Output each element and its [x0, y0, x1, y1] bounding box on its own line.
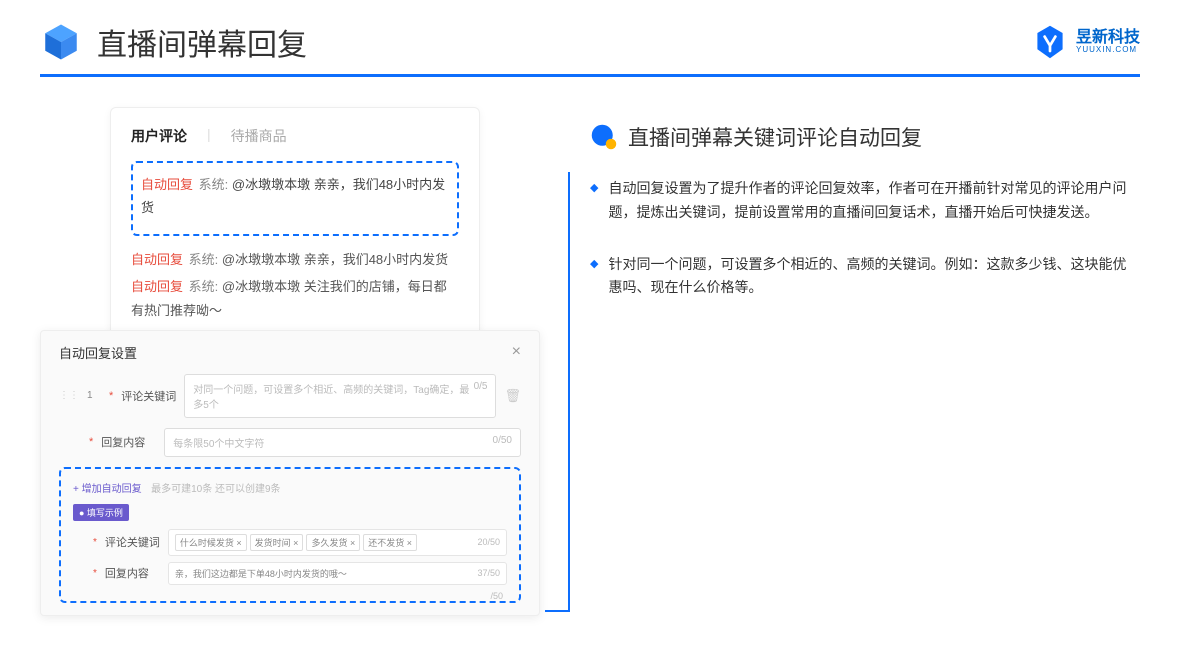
required-star: *	[109, 390, 113, 402]
tag-chip[interactable]: 什么时候发货 ×	[175, 534, 247, 551]
tag-chip[interactable]: 多久发货 ×	[306, 534, 360, 551]
settings-title: 自动回复设置	[59, 343, 137, 362]
content-counter: 0/50	[493, 435, 512, 450]
section-title: 直播间弹幕关键词评论自动回复	[628, 122, 922, 152]
brand-url: YUUXIN.COM	[1076, 46, 1140, 54]
close-icon[interactable]: ×	[512, 343, 521, 361]
diamond-icon: ◆	[590, 181, 598, 225]
bullet-2-text: 针对同一个问题，可设置多个相近的、高频的关键词。例如：这款多少钱、这块能优惠吗、…	[608, 253, 1140, 301]
chat-bubble-icon	[590, 123, 618, 151]
comment-text-2: @冰墩墩本墩 亲亲，我们48小时内发货	[222, 252, 448, 267]
row-number: 1	[87, 390, 101, 401]
explanation-column: 直播间弹幕关键词评论自动回复 ◆ 自动回复设置为了提升作者的评论回复效率，作者可…	[590, 107, 1140, 616]
header-left: 直播间弹幕回复	[40, 20, 307, 64]
keyword-input[interactable]: 对同一个问题，可设置多个相近、高频的关键词，Tag确定，最多5个 0/5	[184, 374, 496, 418]
example-content-row: * 回复内容 亲，我们这边都是下单48小时内发货的哦～ 37/50	[73, 562, 507, 585]
connector-line	[545, 172, 570, 612]
page-title: 直播间弹幕回复	[97, 20, 307, 64]
keyword-row: ⋮⋮ 1 * 评论关键词 对同一个问题，可设置多个相近、高频的关键词，Tag确定…	[59, 374, 521, 418]
bullet-1: ◆ 自动回复设置为了提升作者的评论回复效率，作者可在开播前针对常见的评论用户问题…	[590, 177, 1140, 225]
bullet-2: ◆ 针对同一个问题，可设置多个相近的、高频的关键词。例如：这款多少钱、这块能优惠…	[590, 253, 1140, 301]
screenshot-area: 用户评论 | 待播商品 自动回复 系统: @冰墩墩本墩 亲亲，我们48小时内发货…	[40, 107, 550, 616]
diamond-icon: ◆	[590, 257, 598, 301]
example-badge: ● 填写示例	[73, 504, 129, 521]
stray-counter: /50	[490, 591, 503, 601]
add-auto-reply-link[interactable]: + 增加自动回复	[73, 480, 142, 495]
keyword-label: 评论关键词	[121, 388, 176, 404]
example-content-label: 回复内容	[105, 565, 160, 581]
comment-line-3: 自动回复 系统: @冰墩墩本墩 关注我们的店铺，每日都有热门推荐呦～	[131, 275, 459, 322]
tab-products[interactable]: 待播商品	[231, 126, 287, 146]
example-keyword-row: * 评论关键词 什么时候发货 × 发货时间 × 多久发货 × 还不发货 × 20…	[73, 529, 507, 556]
comment-line-1: 自动回复 系统: @冰墩墩本墩 亲亲，我们48小时内发货	[141, 173, 449, 220]
keyword-counter: 0/5	[474, 381, 488, 411]
brand-icon	[1032, 24, 1068, 60]
add-hint: 最多可建10条 还可以创建9条	[151, 484, 280, 495]
tag-chip[interactable]: 还不发货 ×	[363, 534, 417, 551]
settings-panel: 自动回复设置 × ⋮⋮ 1 * 评论关键词 对同一个问题，可设置多个相近、高频的…	[40, 330, 540, 616]
example-content-input[interactable]: 亲，我们这边都是下单48小时内发货的哦～ 37/50	[168, 562, 507, 585]
delete-icon[interactable]: 🗑	[504, 388, 521, 404]
content-input[interactable]: 每条限50个中文字符 0/50	[164, 428, 521, 457]
brand-name: 昱新科技	[1076, 30, 1140, 46]
example-keyword-input[interactable]: 什么时候发货 × 发货时间 × 多久发货 × 还不发货 × 20/50	[168, 529, 507, 556]
drag-handle-icon[interactable]: ⋮⋮	[59, 390, 79, 401]
auto-reply-tag: 自动回复	[141, 177, 193, 192]
bullet-1-text: 自动回复设置为了提升作者的评论回复效率，作者可在开播前针对常见的评论用户问题，提…	[608, 177, 1140, 225]
tag-chip[interactable]: 发货时间 ×	[250, 534, 304, 551]
tab-separator: |	[207, 126, 211, 146]
brand-logo: 昱新科技 YUUXIN.COM	[1032, 24, 1140, 60]
settings-title-row: 自动回复设置 ×	[59, 343, 521, 362]
example-keyword-label: 评论关键词	[105, 534, 160, 550]
system-label: 系统:	[199, 177, 229, 192]
section-header: 直播间弹幕关键词评论自动回复	[590, 122, 1140, 152]
tabs: 用户评论 | 待播商品	[131, 126, 459, 146]
comment-panel: 用户评论 | 待播商品 自动回复 系统: @冰墩墩本墩 亲亲，我们48小时内发货…	[110, 107, 480, 345]
content-label: 回复内容	[101, 434, 156, 450]
comment-line-2: 自动回复 系统: @冰墩墩本墩 亲亲，我们48小时内发货	[131, 248, 459, 271]
cube-icon	[40, 21, 82, 63]
page-header: 直播间弹幕回复 昱新科技 YUUXIN.COM	[0, 0, 1180, 74]
example-box: + 增加自动回复 最多可建10条 还可以创建9条 ● 填写示例 * 评论关键词 …	[59, 467, 521, 603]
highlighted-comment: 自动回复 系统: @冰墩墩本墩 亲亲，我们48小时内发货	[131, 161, 459, 236]
tab-comments[interactable]: 用户评论	[131, 126, 187, 146]
content-row: * 回复内容 每条限50个中文字符 0/50	[59, 428, 521, 457]
